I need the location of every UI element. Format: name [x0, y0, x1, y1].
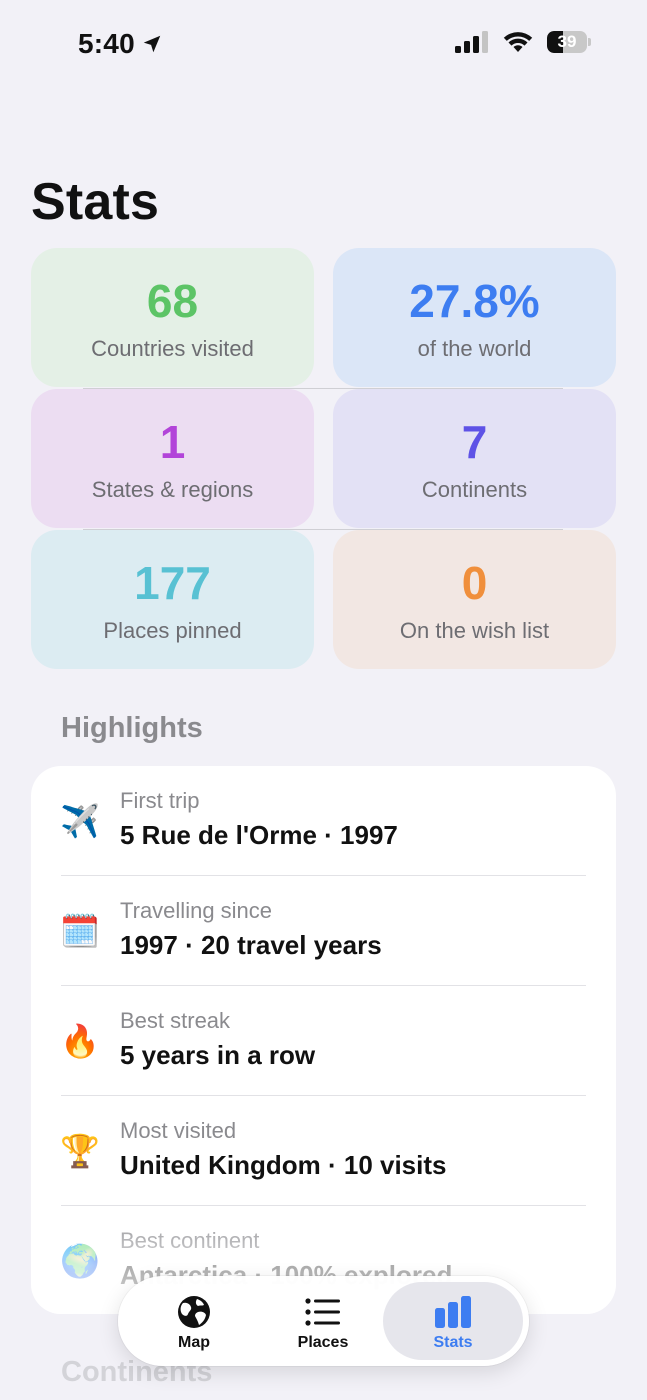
location-arrow-icon [143, 35, 161, 53]
highlight-row-most-visited[interactable]: 🏆 Most visited United Kingdom · 10 visit… [31, 1096, 616, 1206]
bottom-tab-bar: Map Places Stats [118, 1276, 529, 1366]
status-time: 5:40 [78, 28, 163, 60]
battery-tip [588, 38, 591, 46]
calendar-icon: 🗓️ [60, 912, 100, 950]
battery-icon: 39 [547, 30, 591, 54]
highlights-card: ✈️ First trip 5 Rue de l'Orme · 1997 🗓️ … [31, 766, 616, 1314]
stat-card-world-percentage[interactable]: 27.8% of the world [333, 248, 616, 387]
highlight-value: 5 Rue de l'Orme · 1997 [120, 820, 398, 850]
battery-percentage: 39 [557, 32, 577, 51]
trophy-icon: 🏆 [60, 1132, 100, 1170]
highlight-row-best-streak[interactable]: 🔥 Best streak 5 years in a row [31, 986, 616, 1096]
stat-value: 1 [159, 416, 186, 468]
stat-label: of the world [417, 336, 532, 361]
status-bar: 5:40 39 [0, 0, 647, 90]
page-title: Stats [31, 173, 160, 231]
stat-label: On the wish list [399, 618, 550, 643]
highlight-value: 5 years in a row [120, 1040, 316, 1070]
status-icons: 39 [455, 30, 591, 54]
list-icon [305, 1298, 340, 1326]
stat-value: 177 [134, 557, 211, 609]
tab-label: Map [178, 1334, 210, 1351]
stat-card-states-regions[interactable]: 1 States & regions [31, 389, 314, 528]
globe-icon [178, 1296, 210, 1328]
stat-label: Places pinned [103, 618, 242, 643]
globe-icon: 🌍 [60, 1242, 100, 1280]
tab-label: Stats [433, 1334, 473, 1351]
bar-chart-icon [435, 1296, 471, 1328]
stat-card-wish-list[interactable]: 0 On the wish list [333, 530, 616, 669]
stat-value: 0 [461, 557, 488, 609]
status-time-text: 5:40 [78, 28, 135, 59]
highlight-label: Best continent [120, 1228, 260, 1253]
stat-value: 7 [461, 416, 488, 468]
stat-value: 68 [146, 275, 199, 327]
fire-icon: 🔥 [60, 1022, 100, 1060]
highlight-row-travelling-since[interactable]: 🗓️ Travelling since 1997 · 20 travel yea… [31, 876, 616, 986]
highlight-row-first-trip[interactable]: ✈️ First trip 5 Rue de l'Orme · 1997 [31, 766, 616, 876]
airplane-icon: ✈️ [60, 802, 100, 840]
stat-label: States & regions [91, 477, 254, 502]
highlight-label: First trip [120, 788, 200, 813]
cellular-signal-icon [455, 31, 488, 53]
highlight-label: Best streak [120, 1008, 231, 1033]
stat-label: Continents [421, 477, 528, 502]
highlight-value: 1997 · 20 travel years [120, 930, 382, 960]
tab-stats[interactable]: Stats [383, 1282, 523, 1360]
stat-label: Countries visited [91, 336, 254, 361]
wifi-icon [503, 32, 533, 52]
stat-card-countries-visited[interactable]: 68 Countries visited [31, 248, 314, 387]
stat-value: 27.8% [409, 275, 540, 327]
tab-label: Places [297, 1334, 349, 1351]
highlights-title: Highlights [61, 712, 203, 744]
highlight-label: Most visited [120, 1118, 237, 1143]
tab-map[interactable]: Map [124, 1282, 264, 1360]
battery-body: 39 [547, 31, 587, 53]
highlight-value: United Kingdom · 10 visits [120, 1150, 447, 1180]
tab-places[interactable]: Places [253, 1282, 393, 1360]
stat-card-places-pinned[interactable]: 177 Places pinned [31, 530, 314, 669]
highlight-label: Travelling since [120, 898, 273, 923]
stat-card-continents[interactable]: 7 Continents [333, 389, 616, 528]
